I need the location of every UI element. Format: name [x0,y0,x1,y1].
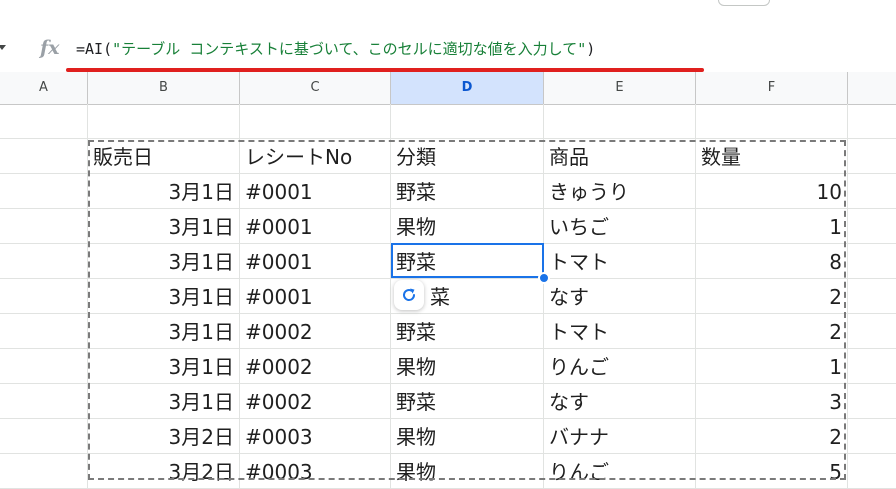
toolbar-button[interactable] [718,0,770,6]
sheet-grid: 販売日 レシートNo 分類 商品 数量 3月1日 #0001 野菜 きゅうり 1… [0,104,896,489]
column-header-f[interactable]: F [696,72,848,104]
cell-header-date[interactable]: 販売日 [88,139,240,174]
cell-category[interactable]: 野菜 [391,314,544,349]
table-header-row: 販売日 レシートNo 分類 商品 数量 [0,139,896,174]
table-row: 3月2日 #0003 果物 バナナ 2 [0,419,896,454]
cell-date[interactable]: 3月1日 [88,384,240,419]
cell-product[interactable]: バナナ [544,419,696,454]
cell[interactable] [544,104,696,139]
cell[interactable] [0,279,88,314]
fill-handle[interactable] [538,272,550,284]
cell-date[interactable]: 3月1日 [88,244,240,279]
table-row-empty [0,104,896,139]
cell-header-quantity[interactable]: 数量 [696,139,848,174]
cell-quantity[interactable]: 1 [696,209,848,244]
cell-category[interactable]: 野菜 [391,174,544,209]
cell-product[interactable]: きゅうり [544,174,696,209]
toolbar-strip [0,0,896,26]
cell-quantity[interactable]: 2 [696,314,848,349]
cell-date[interactable]: 3月1日 [88,174,240,209]
cell-date[interactable]: 3月2日 [88,419,240,454]
cell-product[interactable]: トマト [544,244,696,279]
cell[interactable] [240,104,391,139]
cell-receipt[interactable]: #0002 [240,314,391,349]
cell-receipt[interactable]: #0001 [240,209,391,244]
formula-string: "テーブル コンテキストに基づいて、このセルに適切な値を入力して" [112,40,587,58]
cell-quantity[interactable]: 1 [696,349,848,384]
cell[interactable] [0,314,88,349]
cell-product[interactable]: なす [544,279,696,314]
table-row: 3月1日 #0001 野菜 きゅうり 10 [0,174,896,209]
fx-icon: fx [40,37,60,59]
cell-receipt[interactable]: #0002 [240,349,391,384]
cell-product[interactable]: いちご [544,209,696,244]
name-box-dropdown-icon[interactable] [0,42,10,54]
cell[interactable] [88,104,240,139]
formula-suffix: ) [586,40,596,58]
cell-date[interactable]: 3月1日 [88,349,240,384]
column-header-d[interactable]: D [391,72,544,104]
column-header-row: A B C D E F [0,72,896,105]
column-header-b[interactable]: B [88,72,240,104]
cell[interactable] [0,139,88,174]
cell[interactable] [0,209,88,244]
cell-product[interactable]: りんご [544,349,696,384]
table-row: 3月1日 #0001 野菜 トマト 8 [0,244,896,279]
cell-quantity[interactable]: 8 [696,244,848,279]
cell-category-active[interactable]: 野菜 [391,244,544,279]
cell[interactable] [0,174,88,209]
cell[interactable] [0,104,88,139]
refresh-icon [403,288,416,301]
cell-header-product[interactable]: 商品 [544,139,696,174]
cell-receipt[interactable]: #0002 [240,384,391,419]
cell-receipt[interactable]: #0001 [240,174,391,209]
cell-category[interactable]: 果物 [391,349,544,384]
cell-header-receipt[interactable]: レシートNo [240,139,391,174]
table-row: 3月1日 #0001 菜 なす 2 [0,279,896,314]
table-row: 3月1日 #0001 果物 いちご 1 [0,209,896,244]
cell[interactable] [0,384,88,419]
cell-receipt[interactable]: #0001 [240,279,391,314]
cell-date[interactable]: 3月1日 [88,209,240,244]
cell-quantity[interactable]: 3 [696,384,848,419]
table-row: 3月1日 #0002 野菜 トマト 2 [0,314,896,349]
cell-quantity[interactable]: 2 [696,419,848,454]
cell[interactable] [391,104,544,139]
cell-date[interactable]: 3月1日 [88,279,240,314]
column-header-a[interactable]: A [0,72,88,104]
refresh-button[interactable] [394,280,424,310]
formula-prefix: =AI( [76,40,113,58]
cell-category[interactable]: 果物 [391,209,544,244]
table-row: 3月1日 #0002 野菜 なす 3 [0,384,896,419]
cell[interactable] [0,349,88,384]
cell[interactable] [0,419,88,454]
cell-receipt[interactable]: #0003 [240,419,391,454]
formula-bar: fx =AI("テーブル コンテキストに基づいて、このセルに適切な値を入力して"… [0,26,896,73]
column-header-c[interactable]: C [240,72,391,104]
cell-quantity[interactable]: 2 [696,279,848,314]
cell-product[interactable]: なす [544,384,696,419]
cell-category[interactable]: 野菜 [391,384,544,419]
cell[interactable] [0,244,88,279]
cell-header-category[interactable]: 分類 [391,139,544,174]
cell-quantity[interactable]: 10 [696,174,848,209]
table-row: 3月1日 #0002 果物 りんご 1 [0,349,896,384]
cell-date[interactable]: 3月1日 [88,314,240,349]
column-header-e[interactable]: E [544,72,696,104]
cell-receipt[interactable]: #0001 [240,244,391,279]
cell-product[interactable]: トマト [544,314,696,349]
cell[interactable] [696,104,848,139]
formula-input[interactable]: =AI("テーブル コンテキストに基づいて、このセルに適切な値を入力して") [76,37,595,61]
cell-category[interactable]: 果物 [391,419,544,454]
